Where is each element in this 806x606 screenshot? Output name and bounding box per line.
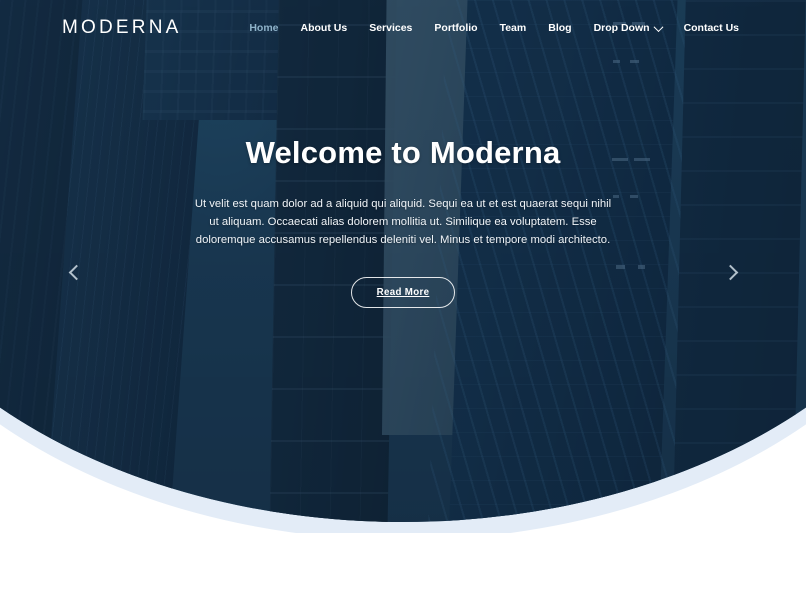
nav-item-contact-us[interactable]: Contact Us [673, 16, 750, 40]
page-root: MODERNA Home About Us Services Portfolio… [0, 0, 806, 606]
nav-item-team[interactable]: Team [489, 16, 538, 40]
carousel-next-button[interactable] [722, 262, 744, 284]
chevron-right-icon [722, 264, 739, 281]
chevron-left-icon [68, 264, 85, 281]
nav-label: Team [499, 22, 527, 34]
nav-label: Portfolio [434, 22, 478, 34]
chevron-down-icon [653, 21, 664, 32]
page-body-below-hero [0, 533, 806, 606]
hero-content: Welcome to Moderna Ut velit est quam dol… [0, 0, 806, 513]
nav-label: Blog [548, 22, 572, 34]
nav-label: About Us [300, 22, 348, 34]
nav-item-blog[interactable]: Blog [537, 16, 582, 40]
nav-label: Contact Us [683, 22, 739, 34]
nav-item-portfolio[interactable]: Portfolio [423, 16, 488, 40]
hero-title: Welcome to Moderna [245, 134, 561, 170]
carousel-prev-button[interactable] [66, 262, 88, 284]
nav-label: Services [369, 22, 413, 34]
site-header: MODERNA Home About Us Services Portfolio… [0, 0, 806, 56]
read-more-button[interactable]: Read More [350, 277, 456, 309]
nav-item-services[interactable]: Services [358, 16, 423, 40]
nav-label: Drop Down [593, 22, 650, 34]
nav-label: Home [249, 22, 279, 34]
nav-item-drop-down[interactable]: Drop Down [583, 16, 673, 40]
nav-item-about-us[interactable]: About Us [290, 16, 359, 40]
nav-item-home[interactable]: Home [238, 16, 289, 40]
hero-paragraph: Ut velit est quam dolor ad a aliquid qui… [194, 197, 612, 247]
site-logo[interactable]: MODERNA [62, 17, 182, 39]
main-navigation: Home About Us Services Portfolio Team Bl… [238, 16, 750, 40]
